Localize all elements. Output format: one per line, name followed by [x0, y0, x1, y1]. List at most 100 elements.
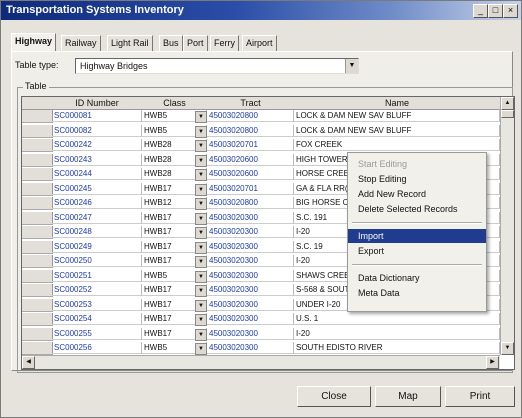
chevron-down-icon[interactable]: ▼ [195, 299, 207, 312]
table-row[interactable]: SC000256 HWB5 ▼ 45003020300 SOUTH EDISTO RIV… [22, 342, 500, 355]
row-selector[interactable] [22, 255, 53, 268]
cell-id[interactable]: SC000248 [52, 226, 142, 238]
tab-highway[interactable]: Highway [11, 33, 57, 52]
table-row[interactable]: SC000081 HWB5 ▼ 45003020800 LOCK & DAM NEW S… [22, 110, 500, 123]
row-selector[interactable] [22, 139, 53, 152]
column-header-name[interactable]: Name [294, 97, 501, 110]
row-selector[interactable] [22, 153, 53, 167]
cell-name[interactable]: U.S. 1 [294, 313, 500, 325]
cell-id[interactable]: SC000242 [52, 139, 142, 151]
cell-tract[interactable]: 45003020300 [207, 284, 294, 296]
maximize-button[interactable]: □ [488, 4, 503, 18]
cell-id[interactable]: SC000254 [52, 313, 142, 325]
table-row[interactable]: SC000254 HWB17 ▼ 45003020300 U.S. 1 [22, 313, 500, 326]
row-selector[interactable] [22, 211, 53, 225]
row-selector[interactable] [22, 124, 53, 138]
table-row[interactable]: SC000242 HWB28 ▼ 45003020701 FOX CREEK [22, 139, 500, 152]
close-window-button[interactable]: × [503, 4, 518, 18]
tab-port[interactable]: Port [183, 35, 208, 51]
cell-name[interactable]: SOUTH EDISTO RIVER [294, 342, 500, 354]
row-selector[interactable] [22, 182, 53, 196]
cell-name[interactable]: LOCK & DAM NEW SAV BLUFF [294, 124, 500, 137]
tab-bus[interactable]: Bus [159, 35, 183, 51]
row-selector[interactable] [22, 327, 53, 341]
cell-id[interactable]: SC000245 [52, 182, 142, 195]
cell-id[interactable]: SC000243 [52, 153, 142, 166]
tab-ferry[interactable]: Ferry [210, 35, 239, 51]
cell-tract[interactable]: 45003020300 [207, 240, 294, 253]
cell-id[interactable]: SC000081 [52, 110, 142, 122]
scroll-up-icon[interactable]: ▲ [501, 97, 514, 110]
cell-tract[interactable]: 45003020600 [207, 153, 294, 166]
cell-tract[interactable]: 45003020300 [207, 313, 294, 325]
row-selector[interactable] [22, 269, 53, 283]
chevron-down-icon[interactable]: ▼ [195, 328, 207, 341]
map-button[interactable]: Map [375, 386, 441, 407]
row-selector[interactable] [22, 313, 53, 326]
cell-tract[interactable]: 45003020800 [207, 124, 294, 137]
cell-id[interactable]: SC000249 [52, 240, 142, 253]
chevron-down-icon[interactable]: ▼ [195, 198, 207, 210]
cell-tract[interactable]: 45003020701 [207, 139, 294, 151]
table-row[interactable]: SC000255 HWB17 ▼ 45003020300 I-20 [22, 327, 500, 341]
cell-tract[interactable]: 45003020600 [207, 168, 294, 180]
chevron-down-icon[interactable]: ▼ [195, 256, 207, 268]
chevron-down-icon[interactable]: ▼ [195, 227, 207, 239]
row-selector[interactable] [22, 110, 53, 123]
column-header-id[interactable]: ID Number [52, 97, 143, 110]
chevron-down-icon[interactable]: ▼ [195, 169, 207, 181]
row-selector[interactable] [22, 226, 53, 239]
scroll-thumb[interactable] [501, 110, 514, 118]
cell-tract[interactable]: 45003020300 [207, 269, 294, 282]
horizontal-scrollbar[interactable]: ◀ ▶ [22, 355, 500, 369]
cell-id[interactable]: SC000251 [52, 269, 142, 282]
chevron-down-icon[interactable]: ▼ [195, 140, 207, 152]
tab-airport[interactable]: Airport [242, 35, 277, 51]
cell-tract[interactable]: 45003020701 [207, 182, 294, 195]
cell-id[interactable]: SC000253 [52, 298, 142, 311]
cell-tract[interactable]: 45003020300 [207, 342, 294, 354]
menu-item-import[interactable]: Import [348, 229, 486, 243]
cell-tract[interactable]: 45003020300 [207, 298, 294, 311]
row-selector[interactable] [22, 197, 53, 210]
table-row[interactable]: SC000082 HWB5 ▼ 45003020800 LOCK & DAM NEW S… [22, 124, 500, 138]
row-selector[interactable] [22, 284, 53, 297]
chevron-down-icon[interactable]: ▼ [195, 212, 207, 225]
tab-railway[interactable]: Railway [61, 35, 101, 51]
menu-item-delete-selected-records[interactable]: Delete Selected Records [348, 202, 486, 216]
menu-item-export[interactable]: Export [348, 244, 486, 258]
row-selector[interactable] [22, 168, 53, 181]
scroll-down-icon[interactable]: ▼ [501, 342, 514, 355]
cell-id[interactable]: SC000246 [52, 197, 142, 209]
chevron-down-icon[interactable]: ▼ [195, 285, 207, 297]
cell-name[interactable]: I-20 [294, 327, 500, 340]
chevron-down-icon[interactable]: ▼ [195, 111, 207, 123]
cell-name[interactable]: LOCK & DAM NEW SAV BLUFF [294, 110, 500, 122]
cell-tract[interactable]: 45003020300 [207, 327, 294, 340]
chevron-down-icon[interactable]: ▼ [195, 314, 207, 326]
menu-item-data-dictionary[interactable]: Data Dictionary [348, 271, 486, 285]
cell-tract[interactable]: 45003020300 [207, 226, 294, 238]
print-button[interactable]: Print [445, 386, 515, 407]
cell-tract[interactable]: 45003020800 [207, 197, 294, 209]
menu-item-meta-data[interactable]: Meta Data [348, 286, 486, 300]
title-bar[interactable]: Transportation Systems Inventory _ □ × [1, 1, 521, 20]
cell-id[interactable]: SC000256 [52, 342, 142, 354]
menu-item-start-editing[interactable]: Start Editing [348, 157, 486, 171]
cell-id[interactable]: SC000244 [52, 168, 142, 180]
row-selector[interactable] [22, 298, 53, 312]
chevron-down-icon[interactable]: ▼ [195, 125, 207, 138]
scroll-right-icon[interactable]: ▶ [486, 356, 499, 369]
cell-id[interactable]: SC000082 [52, 124, 142, 137]
chevron-down-icon[interactable]: ▼ [195, 241, 207, 254]
chevron-down-icon[interactable]: ▼ [195, 183, 207, 196]
cell-tract[interactable]: 45003020300 [207, 255, 294, 267]
minimize-button[interactable]: _ [473, 4, 488, 18]
tab-light-rail[interactable]: Light Rail [107, 35, 153, 51]
cell-id[interactable]: SC000252 [52, 284, 142, 296]
chevron-down-icon[interactable]: ▼ [345, 59, 358, 73]
row-selector[interactable] [22, 342, 53, 355]
chevron-down-icon[interactable]: ▼ [195, 270, 207, 283]
cell-tract[interactable]: 45003020800 [207, 110, 294, 122]
cell-name[interactable]: FOX CREEK [294, 139, 500, 151]
